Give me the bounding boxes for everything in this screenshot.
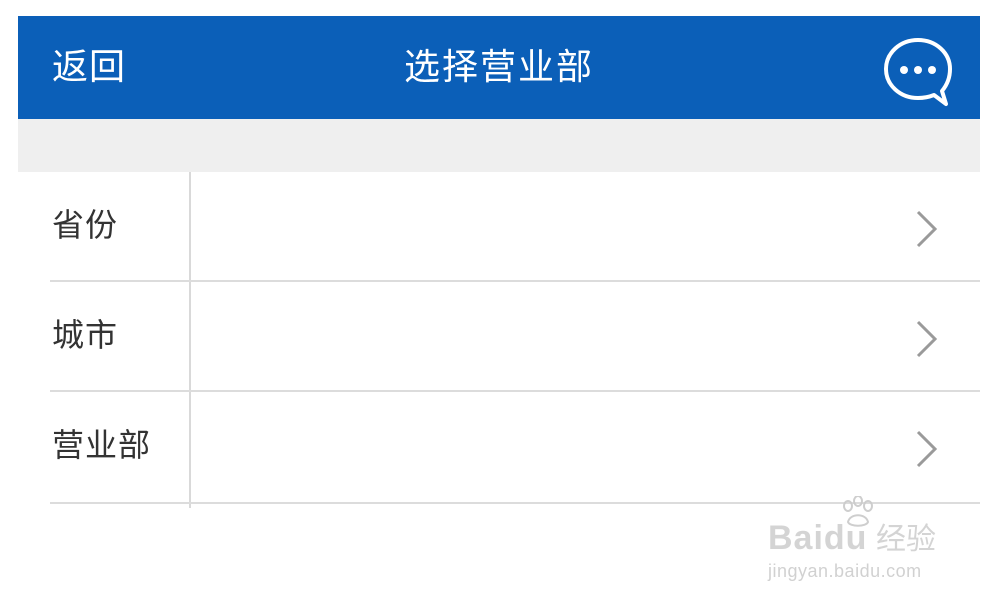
list-item-province[interactable]: 省份 [18, 172, 980, 282]
chat-bubble-ellipsis-icon[interactable] [880, 34, 956, 110]
chevron-right-icon [916, 430, 938, 468]
chevron-right-icon [916, 210, 938, 248]
section-spacer [18, 119, 980, 172]
page: 返回 选择营业部 省份 城市 营业部 Baidu 经验 jingyan.baid… [0, 0, 1000, 605]
selection-list: 省份 城市 营业部 [18, 172, 980, 512]
list-item-label: 营业部 [52, 426, 152, 464]
watermark-url: jingyan.baidu.com [768, 561, 922, 581]
baidu-jingyan-watermark: Baidu 经验 jingyan.baidu.com [764, 496, 954, 586]
page-title: 选择营业部 [403, 47, 594, 88]
list-item-branch[interactable]: 营业部 [18, 392, 980, 502]
watermark-brand-cn: 经验 [876, 522, 936, 557]
top-nav-bar: 返回 选择营业部 [18, 16, 980, 119]
list-item-label: 省份 [52, 206, 119, 244]
list-item-label: 城市 [52, 316, 119, 354]
list-item-city[interactable]: 城市 [18, 282, 980, 392]
chevron-right-icon [916, 320, 938, 358]
watermark-brand: Baidu [768, 519, 868, 557]
